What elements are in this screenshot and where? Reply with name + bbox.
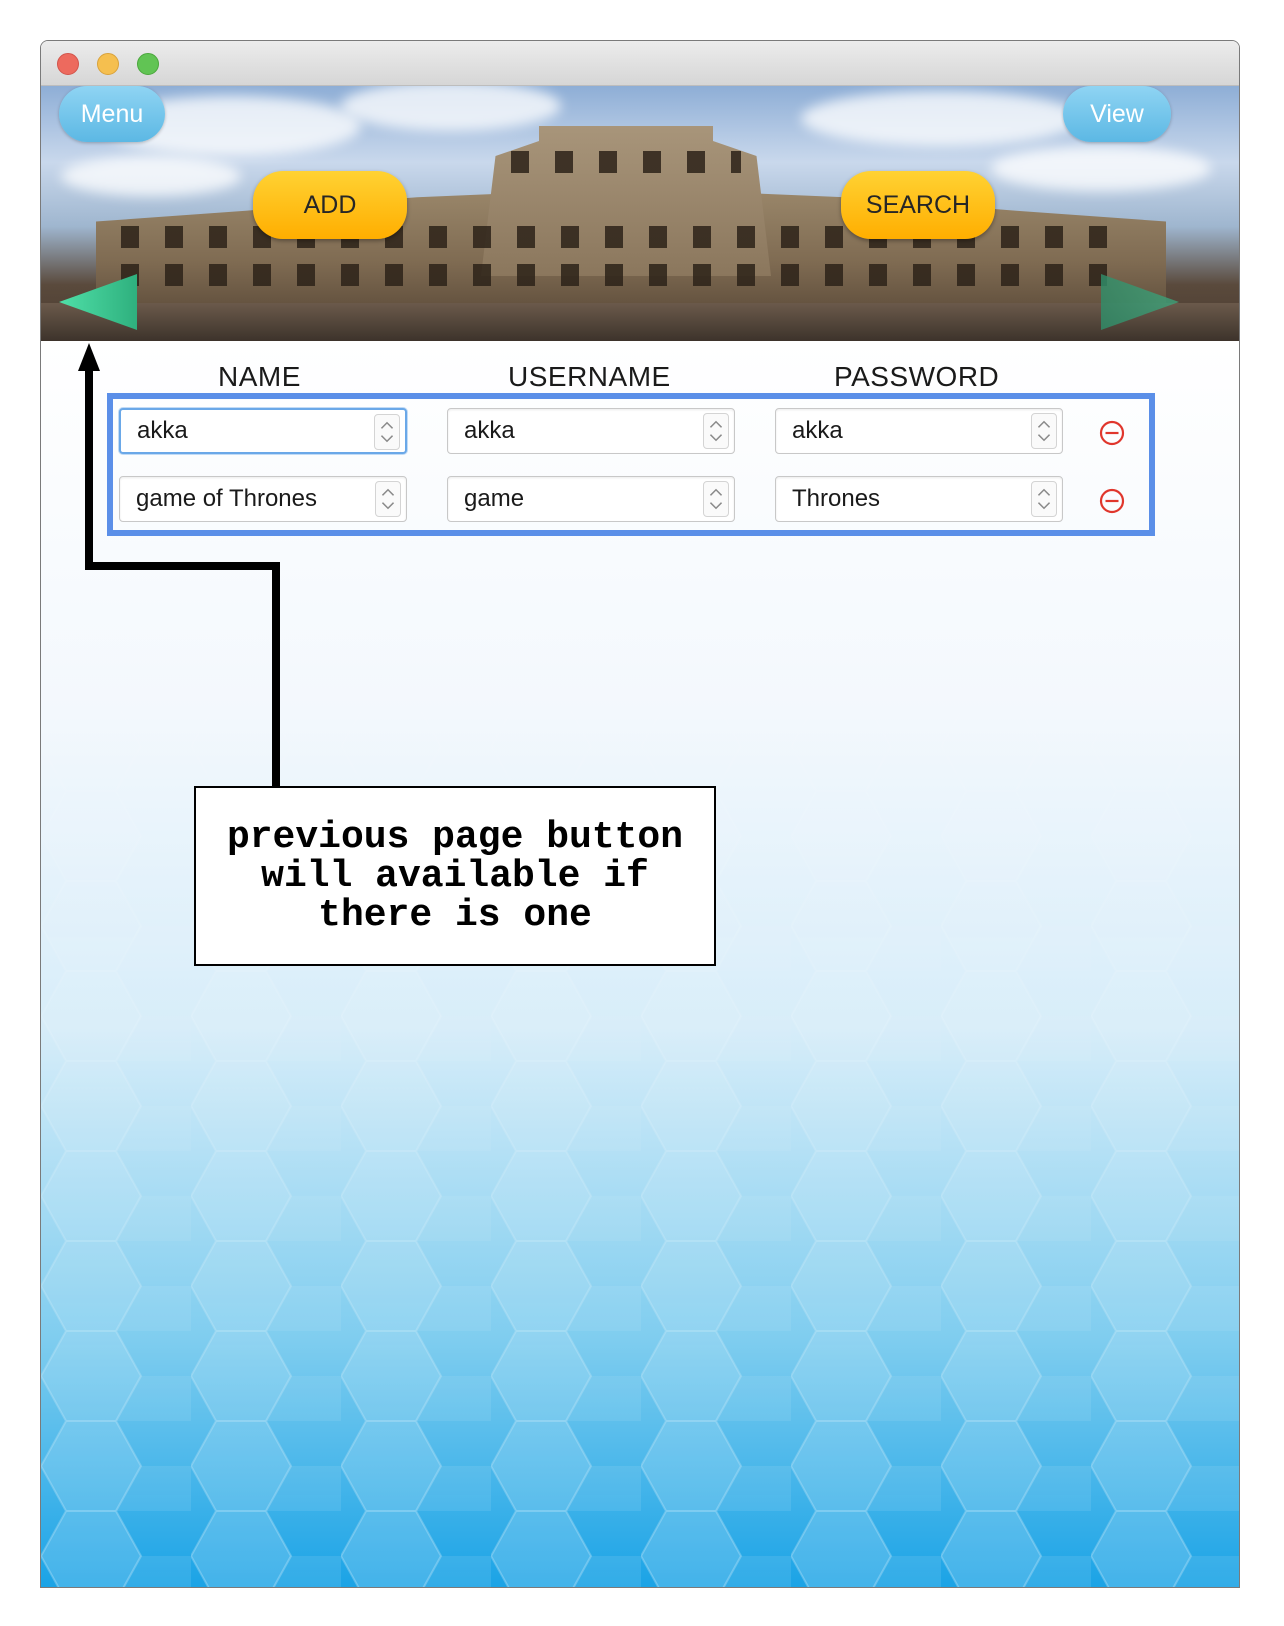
view-button[interactable]: View — [1063, 86, 1171, 142]
password-field[interactable]: akka — [775, 408, 1063, 454]
building-windows — [511, 151, 741, 173]
password-stepper[interactable] — [1031, 413, 1057, 449]
annotation-arrow — [78, 343, 280, 786]
chevron-down-icon — [709, 434, 723, 442]
building-windows — [121, 264, 1131, 286]
right-triangle-arrow-icon — [1101, 274, 1179, 330]
minimize-window-button[interactable] — [97, 53, 119, 75]
annotation-text: previous page button will available if t… — [226, 815, 684, 937]
password-field-value: Thrones — [792, 485, 881, 512]
chevron-up-icon — [709, 420, 723, 428]
app-window: Menu View ADD SEARCH NAME USERNAME PASSW… — [40, 40, 1240, 1588]
name-stepper[interactable] — [375, 481, 401, 517]
password-stepper[interactable] — [1031, 481, 1057, 517]
search-button-label: SEARCH — [865, 190, 971, 219]
remove-row-button[interactable] — [1098, 487, 1126, 515]
password-field[interactable]: Thrones — [775, 476, 1063, 522]
chevron-up-icon — [709, 488, 723, 496]
chevron-down-icon — [1037, 502, 1051, 510]
username-field-value: game — [464, 485, 525, 512]
left-triangle-arrow-icon — [59, 274, 137, 330]
cloud-shape — [341, 86, 561, 131]
chevron-down-icon — [1037, 434, 1051, 442]
username-field[interactable]: akka — [447, 408, 735, 454]
add-button-label: ADD — [303, 190, 357, 219]
remove-row-button[interactable] — [1098, 419, 1126, 447]
next-page-button[interactable] — [1101, 274, 1181, 330]
username-field[interactable]: game — [447, 476, 735, 522]
menu-button-label: Menu — [80, 99, 144, 128]
username-stepper[interactable] — [703, 413, 729, 449]
building-tower-image — [481, 126, 771, 276]
chevron-up-icon — [380, 421, 394, 429]
previous-page-button[interactable] — [59, 274, 139, 330]
chevron-up-icon — [1037, 488, 1051, 496]
ground-area — [41, 303, 1239, 341]
title-bar — [41, 41, 1239, 86]
search-button[interactable]: SEARCH — [841, 171, 995, 239]
chevron-down-icon — [709, 502, 723, 510]
annotation-callout: previous page button will available if t… — [194, 786, 716, 966]
records-panel: NAME USERNAME PASSWORD akka akka akka ga… — [41, 341, 1239, 1587]
zoom-window-button[interactable] — [137, 53, 159, 75]
header-banner: Menu View ADD SEARCH — [41, 86, 1239, 341]
chevron-down-icon — [381, 502, 395, 510]
cloud-shape — [801, 91, 1081, 146]
username-field-value: akka — [464, 417, 515, 444]
username-column-header: USERNAME — [508, 361, 671, 392]
cloud-shape — [991, 146, 1211, 191]
chevron-up-icon — [1037, 420, 1051, 428]
chevron-down-icon — [380, 435, 394, 443]
close-window-button[interactable] — [57, 53, 79, 75]
cloud-shape — [61, 156, 241, 196]
arrow-head-icon — [78, 343, 100, 371]
password-column-header: PASSWORD — [834, 361, 1000, 392]
chevron-up-icon — [381, 488, 395, 496]
add-button[interactable]: ADD — [253, 171, 407, 239]
view-button-label: View — [1090, 99, 1144, 128]
menu-button[interactable]: Menu — [59, 86, 165, 142]
password-field-value: akka — [792, 417, 843, 444]
name-stepper[interactable] — [374, 414, 400, 450]
username-stepper[interactable] — [703, 481, 729, 517]
